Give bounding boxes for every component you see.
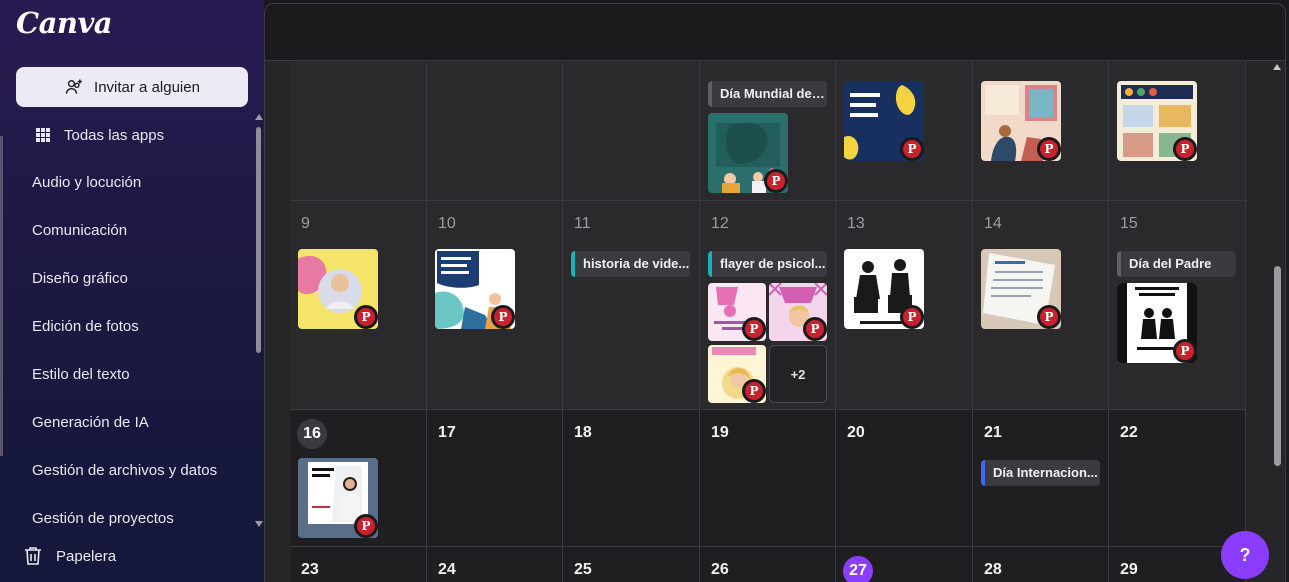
sidebar-item-file-management[interactable]: Gestión de archivos y datos	[32, 459, 217, 483]
pinterest-icon	[803, 317, 827, 341]
pinterest-icon	[1173, 339, 1197, 363]
calendar-day[interactable]: 9	[290, 201, 427, 410]
all-apps-label: Todas las apps	[64, 126, 165, 144]
pinterest-icon	[1037, 137, 1061, 161]
day-number: 22	[1120, 424, 1138, 441]
calendar-day[interactable]: 11 historia de vide...	[563, 201, 700, 410]
pinterest-icon	[354, 305, 378, 329]
more-designs-button[interactable]: +2	[769, 345, 827, 403]
day-number: 29	[1120, 561, 1138, 578]
calendar-day[interactable]	[973, 61, 1109, 201]
calendar-day[interactable]	[563, 61, 700, 201]
event-flayer-psicol[interactable]: flayer de psicol...	[708, 251, 827, 277]
event-historia-video[interactable]: historia de vide...	[571, 251, 690, 277]
day-number: 21	[984, 424, 1002, 441]
day-number-today: 27	[843, 556, 873, 582]
apps-grid-icon	[36, 128, 50, 142]
sidebar: Canva Invitar a alguien Todas las apps A…	[0, 0, 264, 582]
calendar-day[interactable]: 25	[563, 547, 700, 582]
event-dia-internacional[interactable]: Día Internacion...	[981, 460, 1100, 486]
day-number: 20	[847, 424, 865, 441]
calendar-day[interactable]: 18	[563, 410, 700, 547]
calendar-grid: Día Mundial del ... P P P P 9 P 10 P 11 …	[290, 61, 1247, 582]
all-apps-link[interactable]: Todas las apps	[36, 122, 164, 148]
trash-link[interactable]: Papelera	[24, 546, 116, 566]
scroll-down-arrow-icon[interactable]	[255, 521, 263, 527]
day-number: 17	[438, 424, 456, 441]
pinterest-icon	[1173, 137, 1197, 161]
calendar-day-today[interactable]: 27	[836, 547, 973, 582]
calendar-day[interactable]: 28	[973, 547, 1109, 582]
pinterest-icon	[764, 169, 788, 193]
day-number: 25	[574, 561, 592, 578]
day-number: 12	[711, 215, 729, 232]
scroll-up-arrow-icon[interactable]	[255, 114, 263, 120]
calendar-day[interactable]: 20	[836, 410, 973, 547]
day-number: 13	[847, 215, 865, 232]
calendar-day[interactable]: 10	[427, 201, 563, 410]
pinterest-icon	[491, 305, 515, 329]
calendar-day[interactable]	[836, 61, 973, 201]
event-dia-mundial[interactable]: Día Mundial del ...	[708, 81, 827, 107]
calendar-day[interactable]: 17	[427, 410, 563, 547]
day-number: 24	[438, 561, 456, 578]
canva-logo[interactable]: Canva	[16, 6, 113, 40]
sidebar-item-audio[interactable]: Audio y locución	[32, 171, 141, 195]
calendar-day[interactable]: 15 Día del Padre	[1109, 201, 1246, 410]
event-dia-padre[interactable]: Día del Padre	[1117, 251, 1236, 277]
day-number: 28	[984, 561, 1002, 578]
pinterest-icon	[742, 317, 766, 341]
day-number: 23	[301, 561, 319, 578]
calendar-header	[265, 4, 1285, 61]
scroll-up-arrow-icon[interactable]	[1273, 64, 1281, 70]
calendar-day[interactable]	[427, 61, 563, 201]
trash-label: Papelera	[56, 547, 117, 565]
invite-button[interactable]: Invitar a alguien	[16, 67, 248, 107]
day-number: 11	[574, 215, 591, 232]
trash-icon	[25, 547, 41, 565]
sidebar-item-ai-generation[interactable]: Generación de IA	[32, 411, 149, 435]
sidebar-item-photo-editing[interactable]: Edición de fotos	[32, 315, 139, 339]
pinterest-icon	[742, 379, 766, 403]
add-person-icon	[65, 79, 82, 94]
sidebar-item-communication[interactable]: Comunicación	[32, 219, 127, 243]
sidebar-item-graphic-design[interactable]: Diseño gráfico	[32, 267, 128, 291]
day-number: 19	[711, 424, 729, 441]
calendar-day[interactable]: 13	[836, 201, 973, 410]
pinterest-icon	[1037, 305, 1061, 329]
calendar-day[interactable]: 21 Día Internacion...	[973, 410, 1109, 547]
calendar-day[interactable]	[290, 61, 427, 201]
calendar-day[interactable]: 14	[973, 201, 1109, 410]
day-number: 26	[711, 561, 729, 578]
calendar-day[interactable]	[1109, 61, 1246, 201]
calendar-day[interactable]: 22	[1109, 410, 1246, 547]
sidebar-item-text-style[interactable]: Estilo del texto	[32, 363, 130, 387]
calendar-panel: Día Mundial del ... P P P P 9 P 10 P 11 …	[264, 3, 1286, 582]
day-number: 9	[301, 215, 310, 232]
calendar-day[interactable]: 23	[290, 547, 427, 582]
calendar-day[interactable]: Día Mundial del ...	[700, 61, 836, 201]
calendar-day[interactable]: 16	[290, 410, 427, 547]
calendar-day[interactable]: 26	[700, 547, 836, 582]
day-number: 18	[574, 424, 592, 441]
day-number: 15	[1120, 215, 1138, 232]
calendar-scrollbar-thumb[interactable]	[1274, 266, 1281, 466]
pinterest-icon	[354, 514, 378, 538]
sidebar-edge	[0, 136, 3, 456]
day-number: 16	[297, 419, 327, 449]
help-button[interactable]: ?	[1221, 531, 1269, 579]
calendar-day[interactable]: 24	[427, 547, 563, 582]
day-number: 10	[438, 215, 456, 232]
calendar-day[interactable]: 12 flayer de psicol... P P P +2	[700, 201, 836, 410]
pinterest-icon	[900, 305, 924, 329]
sidebar-item-project-management[interactable]: Gestión de proyectos	[32, 507, 174, 531]
day-number: 14	[984, 215, 1002, 232]
calendar-day[interactable]: 19	[700, 410, 836, 547]
pinterest-icon	[900, 137, 924, 161]
sidebar-scrollbar-thumb[interactable]	[256, 127, 261, 353]
invite-label: Invitar a alguien	[94, 78, 200, 96]
